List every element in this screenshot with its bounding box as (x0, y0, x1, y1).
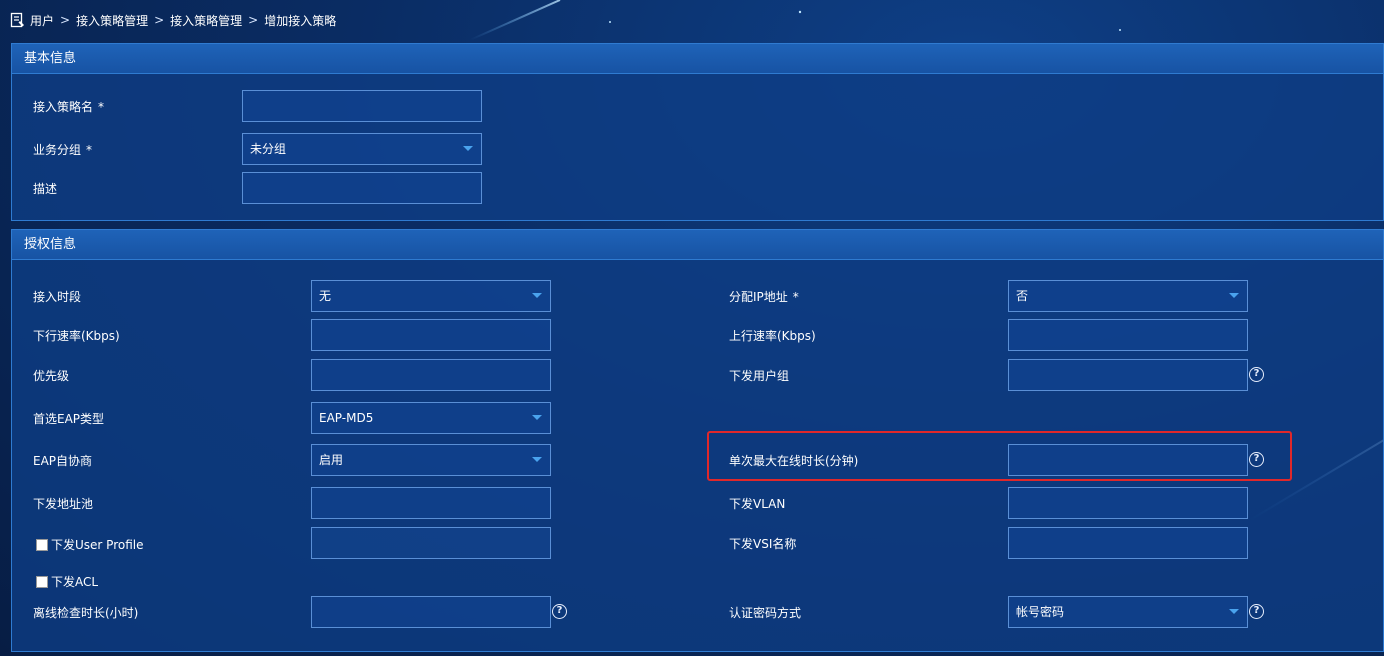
description-label: 描述 (33, 182, 58, 196)
deploy-user-group-input[interactable] (1008, 359, 1248, 391)
access-period-select[interactable]: 无 (311, 280, 551, 312)
priority-input[interactable] (311, 359, 551, 391)
user-document-icon (10, 12, 24, 28)
preferred-eap-label: 首选EAP类型 (33, 412, 105, 426)
preferred-eap-select[interactable]: EAP-MD5 (311, 402, 551, 434)
offline-check-input[interactable] (311, 596, 551, 628)
address-pool-input[interactable] (311, 487, 551, 519)
breadcrumb-item-add-policy: 增加接入策略 (264, 13, 337, 28)
basic-info-header: 基本信息 (12, 44, 1383, 74)
vsi-input[interactable] (1008, 527, 1248, 559)
downlink-rate-input[interactable] (311, 319, 551, 351)
assign-ip-label-text: 分配IP地址 (729, 290, 788, 304)
policy-name-label-text: 接入策略名 (33, 100, 94, 114)
eap-autoneg-label: EAP自协商 (33, 454, 93, 468)
vsi-label: 下发VSI名称 (729, 537, 797, 551)
service-group-select[interactable]: 未分组 (242, 133, 482, 165)
description-input[interactable] (242, 172, 482, 204)
help-icon[interactable]: ? (1249, 452, 1264, 467)
required-mark: * (792, 290, 799, 304)
user-profile-input[interactable] (311, 527, 551, 559)
service-group-label: 业务分组 * (33, 141, 92, 158)
user-profile-label-text: 下发User Profile (51, 538, 144, 552)
acl-label: 下发ACL (36, 573, 98, 590)
acl-label-text: 下发ACL (51, 575, 99, 589)
required-mark: * (98, 100, 105, 114)
policy-name-input[interactable] (242, 90, 482, 122)
required-mark: * (86, 143, 93, 157)
breadcrumb-item-access-policy-mgmt-2[interactable]: 接入策略管理 (170, 12, 242, 29)
auth-password-label: 认证密码方式 (729, 606, 802, 620)
service-group-label-text: 业务分组 (33, 143, 82, 157)
breadcrumb-separator: > (154, 13, 165, 27)
breadcrumb-item-users[interactable]: 用户 (30, 12, 54, 29)
offline-check-label: 离线检查时长(小时) (33, 606, 139, 620)
priority-label: 优先级 (33, 369, 70, 383)
auth-password-select[interactable]: 帐号密码 (1008, 596, 1248, 628)
deploy-user-group-label: 下发用户组 (729, 369, 790, 383)
max-online-input[interactable] (1008, 444, 1248, 476)
help-icon[interactable]: ? (552, 604, 567, 619)
deploy-vlan-input[interactable] (1008, 487, 1248, 519)
help-icon[interactable]: ? (1249, 367, 1264, 382)
uplink-rate-input[interactable] (1008, 319, 1248, 351)
acl-checkbox[interactable] (36, 576, 48, 588)
uplink-rate-label: 上行速率(Kbps) (729, 329, 816, 343)
policy-name-label: 接入策略名 * (33, 98, 104, 115)
breadcrumb-item-access-policy-mgmt[interactable]: 接入策略管理 (76, 12, 148, 29)
breadcrumb: 用户 > 接入策略管理 > 接入策略管理 > 增加接入策略 (10, 10, 336, 30)
address-pool-label: 下发地址池 (33, 497, 94, 511)
assign-ip-label: 分配IP地址 * (729, 288, 799, 305)
deploy-vlan-label: 下发VLAN (729, 497, 786, 511)
basic-info-panel: 基本信息 (11, 43, 1384, 221)
downlink-rate-label: 下行速率(Kbps) (33, 329, 120, 343)
eap-autoneg-select[interactable]: 启用 (311, 444, 551, 476)
access-period-label: 接入时段 (33, 290, 82, 304)
user-profile-checkbox[interactable] (36, 539, 48, 551)
max-online-label: 单次最大在线时长(分钟) (729, 454, 859, 468)
breadcrumb-separator: > (248, 13, 259, 27)
breadcrumb-separator: > (60, 13, 71, 27)
assign-ip-select[interactable]: 否 (1008, 280, 1248, 312)
help-icon[interactable]: ? (1249, 604, 1264, 619)
user-profile-label: 下发User Profile (36, 536, 143, 553)
auth-info-header: 授权信息 (12, 230, 1383, 260)
